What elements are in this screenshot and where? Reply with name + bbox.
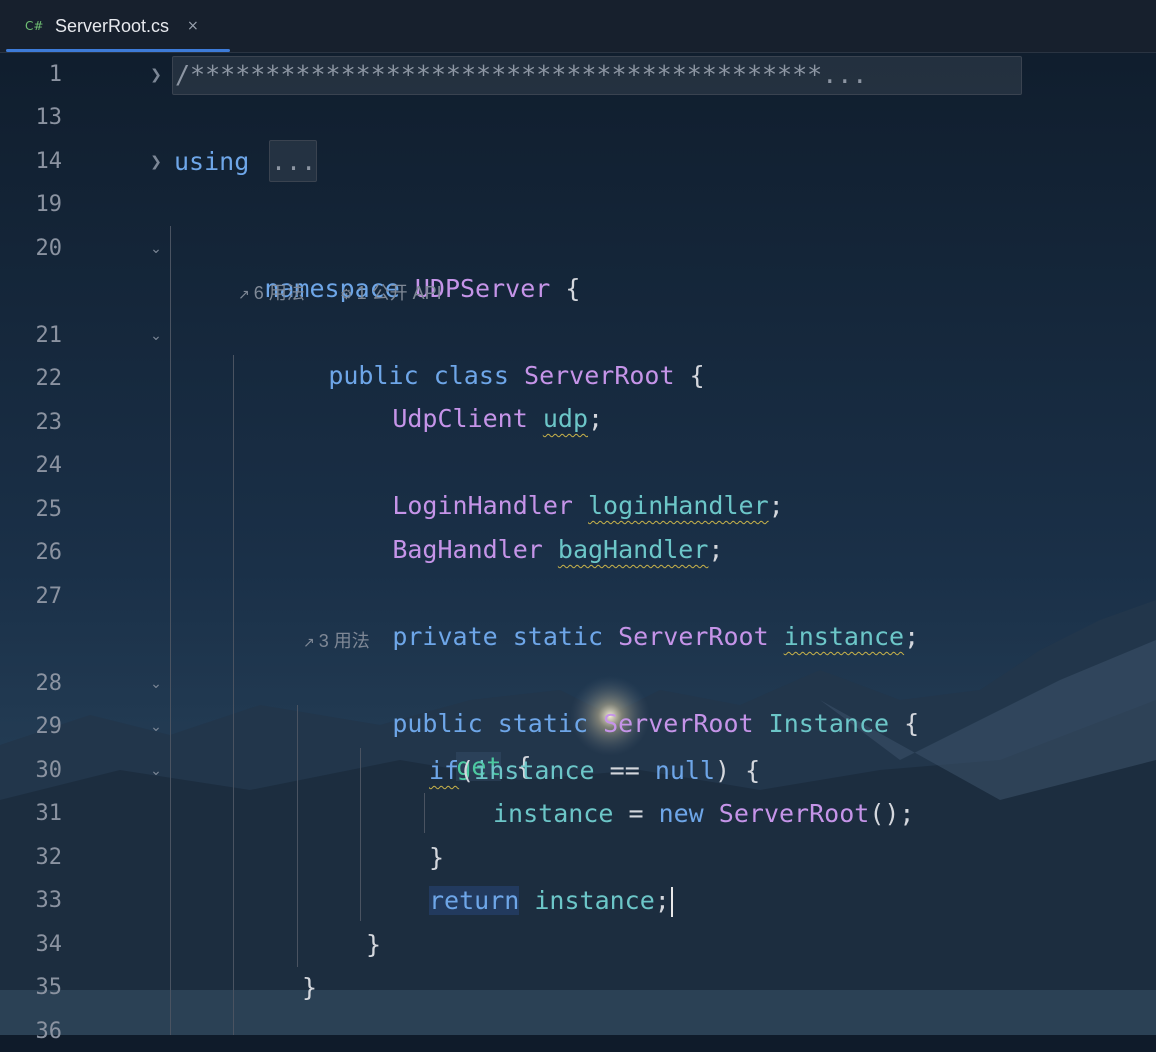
folded-usings: ...	[271, 147, 317, 176]
code-line: 20 ⌄ namespace UDPServer {	[0, 229, 1156, 303]
code-line: 33 return instance;	[0, 881, 1156, 921]
public-api-hint[interactable]: ⚙ 1 公开 API	[340, 273, 442, 315]
inlay-hint-row: ↗ 3 用法	[0, 621, 1156, 661]
type-name: ServerRoot	[718, 799, 870, 828]
line-number: 28	[35, 671, 63, 696]
code-line: 34 }	[0, 925, 1156, 965]
chevron-down-icon[interactable]: ⌄	[146, 707, 166, 747]
code-line: 24 LoginHandler loginHandler;	[0, 446, 1156, 520]
text-cursor	[670, 887, 673, 917]
active-tab-indicator	[6, 49, 230, 52]
line-number: 27	[35, 584, 63, 609]
line-number: 21	[35, 323, 63, 348]
keyword-new: new	[658, 799, 704, 828]
brace: }	[302, 973, 318, 1002]
code-line: 28 ⌄ public static ServerRoot Instance {	[0, 664, 1156, 738]
chevron-right-icon[interactable]: ❯	[146, 55, 166, 95]
code-line: 1 ❯ /***********************************…	[0, 55, 1156, 95]
line-number: 19	[35, 192, 63, 217]
chevron-down-icon[interactable]: ⌄	[146, 751, 166, 791]
line-number: 20	[35, 236, 63, 261]
keyword-if: if	[429, 756, 460, 785]
line-number: 1	[48, 62, 62, 87]
code-line: 32 }	[0, 838, 1156, 878]
api-icon: ⚙	[340, 287, 353, 303]
line-number: 32	[35, 845, 63, 870]
code-line: 14 ❯ using ...	[0, 140, 1156, 182]
brace: }	[366, 930, 382, 959]
code-line: 30 ⌄ if(instance == null) {	[0, 751, 1156, 791]
brace: }	[429, 843, 445, 872]
keyword-using: using	[174, 147, 250, 176]
keyword-return: return	[429, 886, 520, 915]
line-number: 13	[35, 105, 63, 130]
variable-instance: instance	[493, 799, 614, 828]
chevron-down-icon[interactable]: ⌄	[146, 229, 166, 269]
code-line: 13	[0, 98, 1156, 138]
line-number: 34	[35, 932, 63, 957]
line-number: 29	[35, 714, 63, 739]
code-line: 25 BagHandler bagHandler;	[0, 490, 1156, 564]
code-line: 31 instance = new ServerRoot();	[0, 794, 1156, 834]
code-line: 22 UdpClient udp;	[0, 359, 1156, 433]
code-editor[interactable]: 1 ❯ /***********************************…	[0, 53, 1156, 1044]
line-number: 36	[35, 1019, 63, 1044]
code-line: 21 ⌄ public class ServerRoot {	[0, 316, 1156, 390]
chevron-right-icon[interactable]: ❯	[146, 142, 166, 182]
code-line: 26	[0, 533, 1156, 573]
line-number: 25	[35, 497, 63, 522]
line-number: 35	[35, 975, 63, 1000]
inlay-hint-row: ↗ 6 用法 ⚙ 1 公开 API	[0, 273, 1156, 313]
line-number: 31	[35, 801, 63, 826]
header-comment-folded: /***************************************…	[175, 60, 868, 89]
code-line: 36	[0, 1012, 1156, 1052]
chevron-down-icon[interactable]: ⌄	[146, 316, 166, 356]
chevron-down-icon[interactable]: ⌄	[146, 664, 166, 704]
variable-instance: instance	[474, 756, 595, 785]
csharp-file-icon: C#	[25, 19, 44, 33]
code-line: 27 private static ServerRoot instance;	[0, 577, 1156, 651]
editor-tab-bar: C# ServerRoot.cs ×	[0, 0, 1156, 53]
tab-title: ServerRoot.cs	[55, 15, 170, 36]
close-icon[interactable]: ×	[187, 18, 199, 34]
line-number: 33	[35, 888, 63, 913]
usages-icon: ↗	[238, 287, 250, 303]
code-line: 19	[0, 185, 1156, 225]
line-number: 23	[35, 410, 63, 435]
usages-hint[interactable]: ↗ 3 用法	[303, 621, 370, 663]
code-line: 29 ⌄ get {	[0, 707, 1156, 781]
usages-icon: ↗	[303, 635, 315, 651]
line-number: 22	[35, 366, 63, 391]
line-number: 30	[35, 758, 63, 783]
usages-hint[interactable]: ↗ 6 用法	[238, 273, 305, 315]
tab-serverroot[interactable]: C# ServerRoot.cs ×	[6, 0, 230, 52]
code-line: 23	[0, 403, 1156, 443]
variable-instance: instance	[534, 886, 655, 915]
keyword-null: null	[654, 756, 716, 785]
line-number: 24	[35, 453, 63, 478]
line-number: 14	[35, 149, 63, 174]
code-line: 35 }	[0, 968, 1156, 1008]
line-number: 26	[35, 540, 63, 565]
